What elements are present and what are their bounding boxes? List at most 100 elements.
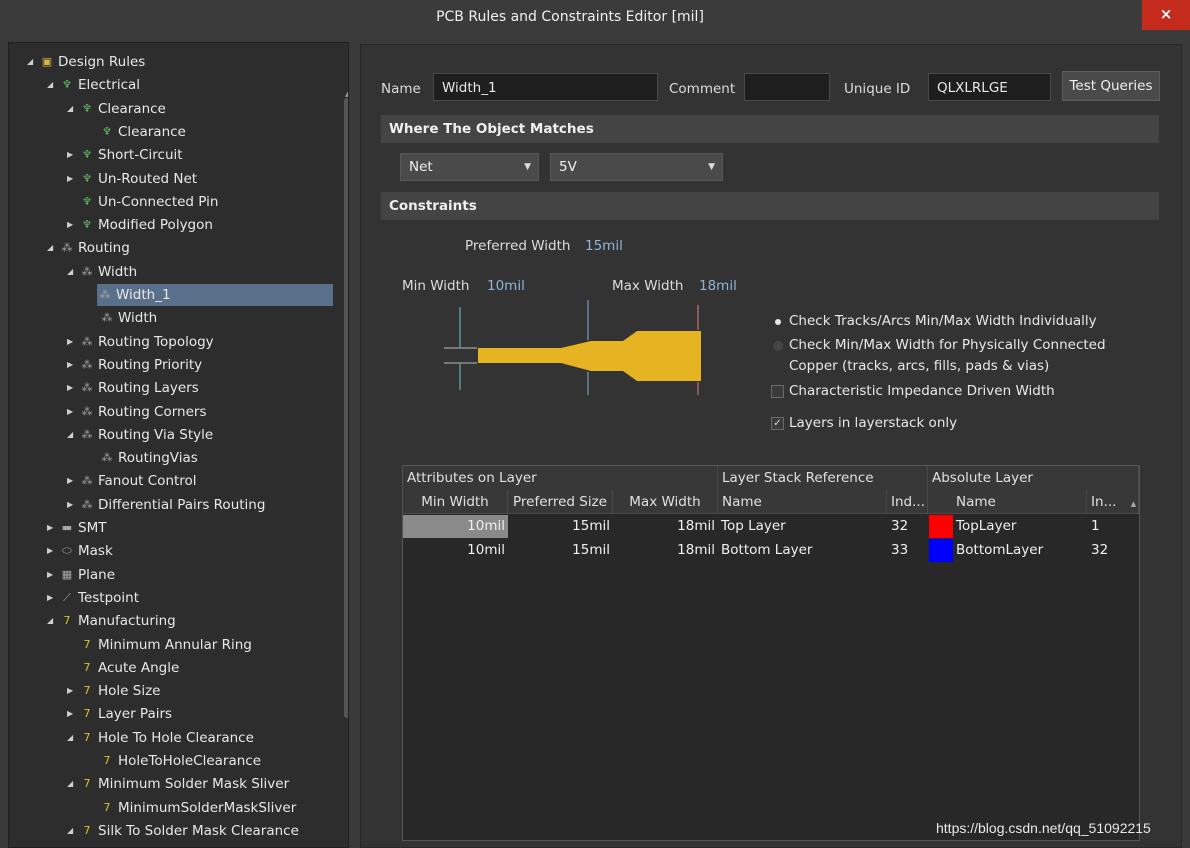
tree-item-32[interactable]: 7 MinimumSolderMaskSliver xyxy=(9,797,297,819)
tree-item-6[interactable]: ♆ Un-Connected Pin xyxy=(9,191,218,213)
tree-item-31[interactable]: ◢ 7 Minimum Solder Mask Sliver xyxy=(9,773,289,795)
cell-stack-name[interactable]: Bottom Layer xyxy=(718,539,887,562)
tree-item-30[interactable]: 7 HoleToHoleClearance xyxy=(9,750,262,772)
tree-item-26[interactable]: 7 Acute Angle xyxy=(9,657,180,679)
expanded-arrow-icon[interactable]: ◢ xyxy=(47,610,59,632)
tree-item-11[interactable]: ⁂ Width xyxy=(9,307,158,329)
expanded-arrow-icon[interactable]: ◢ xyxy=(47,74,59,96)
tree-item-1[interactable]: ◢ ♆ Electrical xyxy=(9,74,140,96)
collapsed-arrow-icon[interactable]: ▶ xyxy=(67,331,79,353)
match-value-select[interactable]: 5V ▼ xyxy=(550,153,723,181)
tree-item-3[interactable]: ♆ Clearance xyxy=(9,121,186,143)
collapsed-arrow-icon[interactable]: ▶ xyxy=(47,564,59,586)
tree-item-16[interactable]: ◢ ⁂ Routing Via Style xyxy=(9,424,213,446)
cell-min-width[interactable]: 10mil xyxy=(403,515,508,538)
cell-abs-index[interactable]: 32 xyxy=(1087,539,1139,562)
cell-abs-index[interactable]: 1 xyxy=(1087,515,1139,538)
scroll-up-icon[interactable]: ▲ xyxy=(345,90,348,98)
expanded-arrow-icon[interactable]: ◢ xyxy=(67,261,79,283)
tree-item-28[interactable]: ▶ 7 Layer Pairs xyxy=(9,703,172,725)
expanded-arrow-icon[interactable]: ◢ xyxy=(27,51,39,73)
test-queries-button[interactable]: Test Queries xyxy=(1062,71,1160,101)
col-max-width[interactable]: Max Width xyxy=(613,490,718,514)
cell-abs-name[interactable]: BottomLayer xyxy=(956,539,1087,562)
collapsed-arrow-icon[interactable]: ▶ xyxy=(67,144,79,166)
expanded-arrow-icon[interactable]: ◢ xyxy=(67,424,79,446)
expanded-arrow-icon[interactable]: ◢ xyxy=(67,98,79,120)
match-kind-select[interactable]: Net ▼ xyxy=(400,153,539,181)
checkbox-unchecked-icon[interactable] xyxy=(771,385,784,398)
cell-stack-name[interactable]: Top Layer xyxy=(718,515,887,538)
tree-item-25[interactable]: 7 Minimum Annular Ring xyxy=(9,634,252,656)
unique-id-field[interactable]: QLXLRLGE xyxy=(928,73,1051,101)
collapsed-arrow-icon[interactable]: ▶ xyxy=(47,587,59,609)
tree-item-14[interactable]: ▶ ⁂ Routing Layers xyxy=(9,377,199,399)
collapsed-arrow-icon[interactable]: ▶ xyxy=(67,470,79,492)
tree-scrollbar[interactable] xyxy=(344,98,348,718)
expanded-arrow-icon[interactable]: ◢ xyxy=(67,773,79,795)
option-radio-0[interactable]: Check Tracks/Arcs Min/Max Width Individu… xyxy=(771,311,1101,333)
expanded-arrow-icon[interactable]: ◢ xyxy=(67,820,79,842)
radio-unselected-icon[interactable] xyxy=(773,341,783,351)
cell-max-width[interactable]: 18mil xyxy=(613,515,718,538)
collapsed-arrow-icon[interactable]: ▶ xyxy=(67,680,79,702)
cell-abs-name[interactable]: TopLayer xyxy=(956,515,1087,538)
tree-item-19[interactable]: ▶ ⁂ Differential Pairs Routing xyxy=(9,494,265,516)
col-abs-name[interactable]: Name xyxy=(928,490,1087,514)
tree-item-15[interactable]: ▶ ⁂ Routing Corners xyxy=(9,401,207,423)
tree-item-4[interactable]: ▶ ♆ Short-Circuit xyxy=(9,144,183,166)
collapsed-arrow-icon[interactable]: ▶ xyxy=(67,401,79,423)
cell-max-width[interactable]: 18mil xyxy=(613,539,718,562)
close-button[interactable]: × xyxy=(1142,0,1190,30)
cell-stack-index[interactable]: 33 xyxy=(887,539,928,562)
tree-item-5[interactable]: ▶ ♆ Un-Routed Net xyxy=(9,168,197,190)
collapsed-arrow-icon[interactable]: ▶ xyxy=(67,494,79,516)
collapsed-arrow-icon[interactable]: ▶ xyxy=(67,354,79,376)
comment-field[interactable] xyxy=(744,73,830,101)
tree-item-24[interactable]: ◢ 7 Manufacturing xyxy=(9,610,176,632)
layer-color-swatch[interactable] xyxy=(929,515,953,538)
cell-preferred-size[interactable]: 15mil xyxy=(508,539,613,562)
option-checkbox-3[interactable]: ✓ Layers in layerstack only xyxy=(771,413,1101,435)
tree-item-21[interactable]: ▶ ⬭ Mask xyxy=(9,540,113,562)
collapsed-arrow-icon[interactable]: ▶ xyxy=(47,540,59,562)
name-field[interactable]: Width_1 xyxy=(433,73,658,101)
tree-item-33[interactable]: ◢ 7 Silk To Solder Mask Clearance xyxy=(9,820,299,842)
tree-item-22[interactable]: ▶ ▦ Plane xyxy=(9,564,115,586)
expanded-arrow-icon[interactable]: ◢ xyxy=(47,237,59,259)
tree-item-9[interactable]: ◢ ⁂ Width xyxy=(9,261,137,283)
collapsed-arrow-icon[interactable]: ▶ xyxy=(47,517,59,539)
rules-tree[interactable]: ▲ ◢▣Design Rules◢♆Electrical◢♆Clearance♆… xyxy=(8,42,349,848)
expanded-arrow-icon[interactable]: ◢ xyxy=(67,727,79,749)
collapsed-arrow-icon[interactable]: ▶ xyxy=(67,168,79,190)
cell-min-width[interactable]: 10mil xyxy=(403,539,508,562)
tree-item-13[interactable]: ▶ ⁂ Routing Priority xyxy=(9,354,202,376)
tree-item-0[interactable]: ◢ ▣ Design Rules xyxy=(9,51,145,73)
cell-stack-index[interactable]: 32 xyxy=(887,515,928,538)
tree-item-10[interactable]: ⁂ Width_1 xyxy=(97,284,333,306)
col-stack-name[interactable]: Name xyxy=(718,490,887,514)
col-preferred-size[interactable]: Preferred Size xyxy=(508,490,613,514)
tree-item-20[interactable]: ▶ ▬ SMT xyxy=(9,517,106,539)
collapsed-arrow-icon[interactable]: ▶ xyxy=(67,214,79,236)
tree-item-17[interactable]: ⁂ RoutingVias xyxy=(9,447,198,469)
tree-item-27[interactable]: ▶ 7 Hole Size xyxy=(9,680,160,702)
col-min-width[interactable]: Min Width xyxy=(403,490,508,514)
layer-color-swatch[interactable] xyxy=(929,539,953,562)
tree-item-7[interactable]: ▶ ♆ Modified Polygon xyxy=(9,214,213,236)
radio-selected-icon[interactable] xyxy=(775,319,781,325)
tree-item-29[interactable]: ◢ 7 Hole To Hole Clearance xyxy=(9,727,254,749)
tree-item-12[interactable]: ▶ ⁂ Routing Topology xyxy=(9,331,214,353)
cell-preferred-size[interactable]: 15mil xyxy=(508,515,613,538)
tree-item-18[interactable]: ▶ ⁂ Fanout Control xyxy=(9,470,197,492)
max-width-value[interactable]: 18mil xyxy=(699,278,737,294)
collapsed-arrow-icon[interactable]: ▶ xyxy=(67,377,79,399)
preferred-width-value[interactable]: 15mil xyxy=(585,238,623,254)
checkbox-checked-icon[interactable]: ✓ xyxy=(771,417,784,430)
tree-item-2[interactable]: ◢ ♆ Clearance xyxy=(9,98,166,120)
min-width-value[interactable]: 10mil xyxy=(487,278,525,294)
option-checkbox-2[interactable]: Characteristic Impedance Driven Width xyxy=(771,381,1101,403)
tree-item-8[interactable]: ◢ ⁂ Routing xyxy=(9,237,130,259)
tree-item-23[interactable]: ▶ ⟋ Testpoint xyxy=(9,587,139,609)
collapsed-arrow-icon[interactable]: ▶ xyxy=(67,703,79,725)
